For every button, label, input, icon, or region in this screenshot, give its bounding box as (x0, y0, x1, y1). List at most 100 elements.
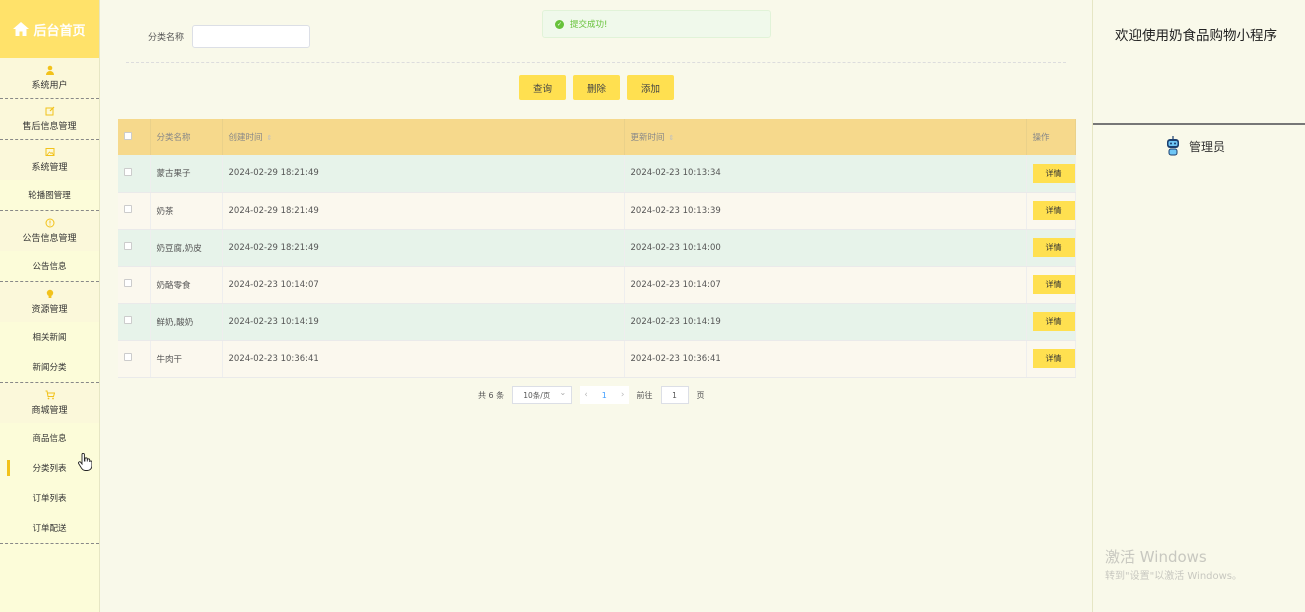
total-count: 共 6 条 (478, 390, 505, 400)
row-select-cell[interactable] (118, 229, 151, 267)
menu-group-header[interactable]: 系统管理 (0, 140, 99, 180)
divider (126, 62, 1066, 63)
next-page-icon[interactable]: › (621, 390, 625, 400)
success-toast: ✓ 提交成功! (542, 10, 771, 38)
table-row: 奶酪零食 2024-02-23 10:14:07 2024-02-23 10:14:… (118, 266, 1076, 304)
detail-button[interactable]: 详情 (1032, 238, 1075, 257)
cell-updated: 2024-02-23 10:13:34 (624, 155, 1027, 193)
search-label: 分类名称 (148, 33, 185, 43)
menu-group-label: 公告信息管理 (22, 234, 77, 244)
cell-created: 2024-02-29 18:21:49 (222, 229, 625, 267)
admin-info[interactable]: 管理员 (1165, 136, 1225, 156)
menu-item[interactable]: 订单配送 (0, 513, 99, 543)
cell-updated: 2024-02-23 10:13:39 (624, 192, 1027, 230)
category-name-input[interactable] (192, 25, 311, 48)
menu-group: 系统管理 轮播图管理 (0, 140, 99, 211)
robot-avatar-icon (1167, 136, 1179, 156)
pagination: 共 6 条 10条/页 ‹ 1 › 前往 1 页 (478, 386, 705, 404)
goto-prefix: 前往 (636, 390, 653, 400)
home-link[interactable]: 后台首页 (0, 0, 99, 58)
category-table: 分类名称 创建时间 ⇕ 更新时间 ⇕ 操作 蒙古果子 2024-02-29 18:21… (118, 119, 1076, 378)
cell-updated: 2024-02-23 10:14:00 (624, 229, 1027, 267)
prev-page-icon[interactable]: ‹ (584, 390, 588, 400)
menu-group-header[interactable]: 商城管理 (0, 383, 99, 423)
menu-group: 公告信息管理公告信息 (0, 211, 99, 282)
detail-button[interactable]: 详情 (1032, 275, 1075, 294)
row-select-cell[interactable] (118, 155, 151, 193)
menu-item[interactable]: 商品信息 (0, 423, 99, 453)
menu-group-header[interactable]: 资源管理 (0, 282, 99, 322)
search-row: 分类名称 (148, 25, 311, 48)
cart-icon (45, 390, 55, 400)
menu-group-header[interactable]: 公告信息管理 (0, 211, 99, 251)
action-buttons: 查询 删除 添加 (519, 75, 675, 100)
table-row: 奶茶 2024-02-29 18:21:49 2024-02-23 10:13:39… (118, 192, 1076, 230)
cell-updated: 2024-02-23 10:14:19 (624, 303, 1027, 341)
menu-item[interactable]: 公告信息 (0, 251, 99, 281)
row-checkbox[interactable] (124, 279, 132, 287)
row-select-cell[interactable] (118, 303, 151, 341)
detail-button[interactable]: 详情 (1032, 349, 1075, 368)
cell-name: 奶豆腐,奶皮 (150, 229, 223, 267)
row-select-cell[interactable] (118, 340, 151, 378)
detail-button[interactable]: 详情 (1032, 163, 1075, 183)
goto-suffix: 页 (696, 390, 705, 400)
cell-action: 详情 (1026, 229, 1076, 267)
check-circle-icon: ✓ (555, 19, 564, 29)
menu-group: 资源管理相关新闻 新闻分类 (0, 282, 99, 383)
row-checkbox[interactable] (124, 205, 132, 213)
select-all-cell[interactable] (118, 119, 151, 155)
brand-label: 后台首页 (33, 23, 86, 39)
row-checkbox[interactable] (124, 167, 132, 176)
image-icon (45, 147, 55, 157)
cell-name: 鲜奶,酸奶 (150, 303, 223, 341)
table-header: 分类名称 创建时间 ⇕ 更新时间 ⇕ 操作 (118, 119, 1076, 155)
header-created[interactable]: 创建时间 ⇕ (222, 119, 625, 155)
select-all-checkbox[interactable] (124, 131, 132, 140)
cell-created: 2024-02-23 10:36:41 (222, 340, 625, 378)
current-page[interactable]: 1 (602, 391, 607, 400)
hand-cursor-icon (78, 453, 92, 471)
cell-action: 详情 (1026, 155, 1076, 193)
sort-icon[interactable]: ⇕ (267, 134, 273, 142)
menu-item[interactable]: 相关新闻 (0, 322, 99, 352)
cell-name: 奶酪零食 (150, 266, 223, 304)
row-select-cell[interactable] (118, 192, 151, 230)
menu-item[interactable]: 轮播图管理 (0, 180, 99, 210)
detail-button[interactable]: 详情 (1032, 201, 1075, 220)
cell-created: 2024-02-23 10:14:07 (222, 266, 625, 304)
row-checkbox[interactable] (124, 353, 132, 361)
sidebar: 后台首页 系统用户 售后信息管理 系统管理 轮播图管理公告信息管理公告信息资源管理相关… (0, 0, 100, 612)
menu-item[interactable]: 订单列表 (0, 483, 99, 513)
edit-icon (45, 106, 55, 116)
header-name: 分类名称 (150, 119, 223, 155)
table-row: 牛肉干 2024-02-23 10:36:41 2024-02-23 10:36:4… (118, 340, 1076, 378)
row-checkbox[interactable] (124, 242, 132, 250)
menu-group: 售后信息管理 (0, 99, 99, 140)
cell-action: 详情 (1026, 340, 1076, 378)
page-size-select[interactable]: 10条/页 (512, 386, 573, 404)
goto-page-input[interactable]: 1 (660, 386, 689, 404)
row-checkbox[interactable] (124, 316, 132, 324)
panel-divider (1093, 123, 1305, 125)
bulb-icon (45, 289, 55, 299)
menu-group-header[interactable]: 系统用户 (0, 58, 99, 98)
sidebar-menu: 系统用户 售后信息管理 系统管理 轮播图管理公告信息管理公告信息资源管理相关新闻 新闻分… (0, 58, 99, 544)
row-select-cell[interactable] (118, 266, 151, 304)
info-icon (45, 218, 55, 228)
table-row: 奶豆腐,奶皮 2024-02-29 18:21:49 2024-02-23 10:1… (118, 229, 1076, 267)
query-button[interactable]: 查询 (519, 75, 567, 100)
header-updated[interactable]: 更新时间 ⇕ (624, 119, 1027, 155)
welcome-title: 欢迎使用奶食品购物小程序 (1115, 28, 1277, 44)
cell-action: 详情 (1026, 266, 1076, 304)
menu-item[interactable]: 新闻分类 (0, 352, 99, 382)
page-nav: ‹ 1 › (580, 386, 629, 404)
detail-button[interactable]: 详情 (1032, 312, 1075, 331)
add-button[interactable]: 添加 (627, 75, 675, 100)
menu-group-header[interactable]: 售后信息管理 (0, 99, 99, 139)
user-icon (45, 65, 55, 75)
sort-icon[interactable]: ⇕ (669, 134, 675, 142)
cell-created: 2024-02-23 10:14:19 (222, 303, 625, 341)
delete-button[interactable]: 删除 (573, 75, 621, 100)
menu-group-label: 资源管理 (31, 305, 68, 315)
